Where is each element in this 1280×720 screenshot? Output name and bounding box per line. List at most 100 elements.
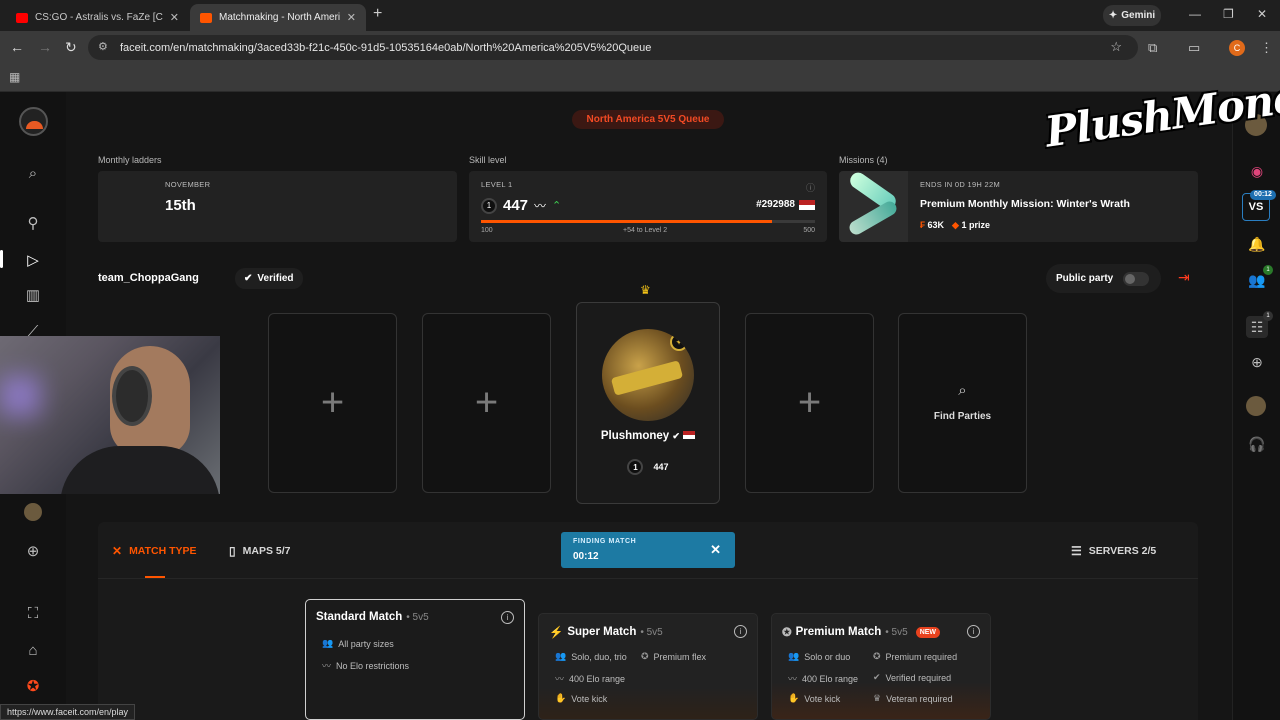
- browser-tab-faceit[interactable]: Matchmaking - North America 5V5 ✕: [190, 4, 366, 31]
- feature: No Elo restrictions: [336, 660, 410, 671]
- bookmarks-bar: ▦: [0, 64, 1280, 92]
- tab-title: CS:GO - Astralis vs. FaZe [Cache] M: [35, 12, 163, 23]
- server-icon: ☰: [1071, 544, 1082, 558]
- browser-tab-youtube[interactable]: CS:GO - Astralis vs. FaZe [Cache] M ✕: [6, 4, 189, 31]
- add-icon[interactable]: ⊕: [22, 540, 44, 562]
- profile-avatar[interactable]: C: [1229, 40, 1245, 56]
- twitch-live-icon[interactable]: ◉: [1246, 160, 1268, 182]
- status-url: https://www.faceit.com/en/play: [0, 704, 136, 720]
- tab-maps[interactable]: ▯ MAPS 5/7: [229, 544, 290, 558]
- close-tab-icon[interactable]: ✕: [347, 11, 356, 24]
- add-icon[interactable]: ⊕: [1246, 351, 1268, 373]
- close-tab-icon[interactable]: ✕: [170, 11, 179, 24]
- ladders-card[interactable]: NOVEMBER 15th: [98, 171, 457, 242]
- party-badge: 1: [1263, 311, 1273, 321]
- queue-badge: North America 5V5 Queue: [572, 110, 724, 129]
- premium-icon: ✪: [873, 651, 881, 661]
- headset-icon[interactable]: 🎧: [1246, 433, 1268, 455]
- mission-image: [839, 171, 908, 242]
- new-tab-button[interactable]: +: [373, 5, 382, 23]
- crown-icon: ♛: [640, 283, 651, 297]
- finding-timer: 00:12: [573, 551, 599, 562]
- find-players-icon[interactable]: ⚲: [22, 212, 44, 234]
- info-icon[interactable]: i: [734, 625, 747, 638]
- finding-match-banner: FINDING MATCH 00:12 ✕: [561, 532, 735, 568]
- vote-kick-icon: ✋: [555, 693, 567, 703]
- extensions-icon[interactable]: ⧉: [1148, 40, 1157, 56]
- tab-match-type[interactable]: ✕ MATCH TYPE: [112, 544, 197, 558]
- gemini-label: Gemini: [1121, 10, 1156, 21]
- us-flag-icon: [683, 431, 696, 439]
- faceit-logo[interactable]: [19, 107, 48, 136]
- player-elo: 447: [653, 462, 669, 472]
- ladder-month: NOVEMBER: [165, 180, 211, 189]
- player-level: 1: [627, 459, 644, 475]
- inventory-icon[interactable]: ⌂: [22, 639, 44, 661]
- elo-icon: 〰: [555, 674, 565, 684]
- apps-grid-icon[interactable]: ▦: [9, 70, 20, 84]
- info-icon[interactable]: i: [967, 625, 980, 638]
- feature: Veteran required: [886, 693, 953, 704]
- lightning-icon: ⚡: [549, 627, 564, 639]
- play-icon[interactable]: ▷: [22, 249, 44, 271]
- minimize-button[interactable]: —: [1189, 7, 1201, 21]
- forward-icon[interactable]: →: [38, 39, 52, 55]
- find-parties-button[interactable]: ⌕ Find Parties: [898, 313, 1027, 493]
- toggle-switch[interactable]: [1123, 272, 1149, 286]
- tab-servers[interactable]: ☰ SERVERS 2/5: [1071, 544, 1156, 558]
- reload-icon[interactable]: ↻: [65, 39, 77, 56]
- player-card[interactable]: ✦ Plushmoney ✔ 1 447: [576, 302, 720, 504]
- premium-flex-icon: ✪: [641, 651, 649, 661]
- maximize-button[interactable]: ❐: [1223, 7, 1234, 21]
- rankings-icon[interactable]: ▥: [22, 284, 44, 306]
- subscription-badge-icon: ✦: [670, 333, 688, 351]
- site-info-icon[interactable]: ⚙: [98, 40, 108, 53]
- bell-icon[interactable]: 🔔: [1246, 233, 1268, 255]
- menu-icon[interactable]: ⋮: [1260, 40, 1273, 56]
- url-text: faceit.com/en/matchmaking/3aced33b-f21c-…: [120, 41, 652, 54]
- skill-card[interactable]: LEVEL 1 1 447 〰 ⌃ ⓘ #292988 100 +54 to L…: [469, 171, 827, 242]
- super-match-card[interactable]: ⚡ Super Match • 5v5 i 👥 Solo, duo, trio ✪ Pr…: [538, 613, 758, 720]
- feature: Premium flex: [653, 651, 707, 662]
- info-icon[interactable]: ⓘ: [806, 181, 815, 194]
- search-icon: ⌕: [958, 382, 967, 399]
- browser-tab-strip: CS:GO - Astralis vs. FaZe [Cache] M ✕ Ma…: [0, 0, 1280, 31]
- player-name: Plushmoney: [600, 430, 670, 442]
- feature: All party sizes: [338, 638, 394, 649]
- elo-icon: 〰: [322, 661, 332, 671]
- webcam-overlay: [0, 336, 220, 494]
- public-party-toggle[interactable]: Public party: [1046, 264, 1161, 293]
- friends-badge: 1: [1263, 265, 1273, 275]
- standard-match-card[interactable]: Standard Match • 5v5 i 👥 All party sizes 〰…: [305, 599, 525, 720]
- cancel-search-icon[interactable]: ✕: [710, 542, 721, 558]
- invite-slot[interactable]: +: [268, 313, 397, 493]
- close-window-button[interactable]: ✕: [1257, 7, 1267, 21]
- gemini-button[interactable]: ✦ Gemini: [1103, 5, 1161, 26]
- friend-avatar[interactable]: [1246, 396, 1266, 416]
- mission-points: 63K: [927, 220, 945, 230]
- plus-icon: +: [474, 380, 499, 425]
- invite-slot[interactable]: +: [745, 313, 874, 493]
- match-title: Super Match: [567, 626, 637, 638]
- scan-icon[interactable]: ⛶: [22, 602, 44, 624]
- search-icon[interactable]: ⌕: [22, 162, 44, 184]
- to-next-level: +54 to Level 2: [623, 227, 668, 234]
- cast-icon[interactable]: ▭: [1188, 40, 1200, 56]
- elo-value: 447: [503, 197, 529, 214]
- player-avatar: ✦: [602, 329, 694, 421]
- premium-star-icon: ✪: [782, 627, 792, 639]
- mission-card[interactable]: ENDS IN 0D 19H 22M Premium Monthly Missi…: [839, 171, 1198, 242]
- crown-icon: ♛: [873, 693, 882, 703]
- invite-slot[interactable]: +: [422, 313, 551, 493]
- back-icon[interactable]: ←: [10, 39, 24, 55]
- premium-match-card[interactable]: ✪ Premium Match • 5v5 NEW i 👥 Solo or duo ✪ P…: [771, 613, 991, 720]
- club-avatar[interactable]: [24, 503, 42, 521]
- info-icon[interactable]: i: [501, 611, 514, 624]
- tab-label: MAPS 5/7: [242, 545, 291, 557]
- address-bar[interactable]: ⚙ faceit.com/en/matchmaking/3aced33b-f21…: [88, 35, 1138, 60]
- premium-icon[interactable]: ✪: [22, 675, 44, 697]
- bookmark-star-icon[interactable]: ☆: [1110, 39, 1122, 55]
- verified-label: Verified: [257, 273, 294, 284]
- leave-party-icon[interactable]: ⇥: [1178, 269, 1190, 286]
- plus-icon: +: [797, 380, 822, 425]
